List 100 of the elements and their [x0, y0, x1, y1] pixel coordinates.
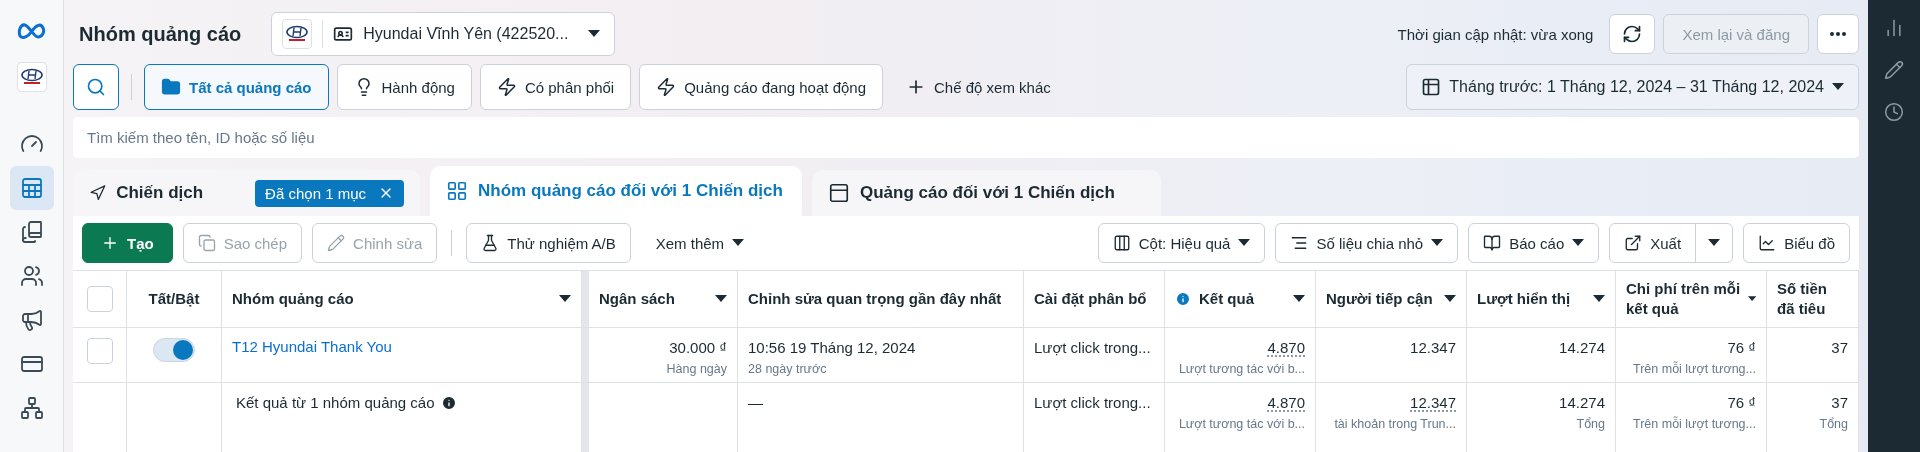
search-button[interactable]: [73, 64, 119, 110]
meta-logo: [16, 22, 47, 40]
more-icon: [1830, 32, 1846, 36]
more-button[interactable]: [1817, 14, 1859, 54]
caret-icon: [732, 239, 745, 247]
table-cell: 12.347: [1410, 393, 1456, 413]
copy-icon: [197, 234, 216, 252]
table-cell: 14.274: [1559, 393, 1605, 413]
column-header[interactable]: Số tiền đã tiêu: [1777, 279, 1848, 319]
megaphone-icon: [19, 308, 44, 332]
column-header[interactable]: Chi phí trên mỗi kết quả: [1626, 279, 1742, 319]
toolbar-button[interactable]: Thử nghiệm A/B: [466, 223, 631, 263]
tab[interactable]: Nhóm quảng cáo đối với 1 Chiến dịch: [430, 166, 802, 216]
caret-icon: [1708, 239, 1721, 247]
caret-icon: [588, 30, 601, 38]
cell-note: Tổng: [1576, 417, 1605, 431]
toolbar-button[interactable]: Tạo: [82, 223, 173, 263]
bars-icon: [1290, 234, 1309, 252]
filter-chip[interactable]: Tất cả quảng cáo: [144, 64, 329, 110]
cell-note: tài khoản trong Trun...: [1334, 417, 1456, 431]
ad-set-link[interactable]: T12 Hyundai Thank You: [232, 337, 392, 355]
cell-note: Tổng: [1819, 417, 1848, 431]
table-cell: 37: [1831, 393, 1848, 413]
selection-badge[interactable]: Đã chọn 1 mục: [255, 179, 404, 207]
cell-note: Trên mỗi lượt tương...: [1633, 417, 1756, 431]
pages-icon: [19, 220, 44, 244]
table-cell: 76 ₫: [1727, 393, 1756, 413]
lightning-icon: [656, 77, 677, 97]
column-header[interactable]: Tất/Bật: [148, 289, 200, 309]
table-cell: —: [748, 393, 763, 413]
table-icon: [19, 176, 44, 200]
export-icon: [1624, 234, 1643, 252]
info-icon: [440, 395, 457, 411]
update-status: Thời gian cập nhật: vừa xong: [1397, 25, 1594, 43]
refresh-button[interactable]: [1609, 14, 1656, 54]
table-cell: Lượt click trong...: [1034, 393, 1151, 413]
column-header[interactable]: Cài đặt phân bổ: [1034, 289, 1147, 309]
pencil-icon[interactable]: [1884, 60, 1904, 80]
column-header[interactable]: Nhóm quảng cáo: [232, 289, 354, 309]
caret-icon: [1431, 239, 1444, 247]
more-views-button[interactable]: Chế độ xem khác: [891, 64, 1066, 110]
book-icon: [1483, 234, 1502, 252]
logo-icon: [19, 68, 44, 86]
column-header[interactable]: Chỉnh sửa quan trọng gần đây nhất: [748, 289, 1002, 309]
summary-label: Kết quả từ 1 nhóm quảng cáo: [236, 393, 435, 413]
table-cell: 30.000 ₫: [669, 337, 727, 358]
nav-item[interactable]: [9, 166, 54, 210]
search-field[interactable]: Tìm kiếm theo tên, ID hoặc số liệu: [73, 117, 1859, 158]
toolbar-button[interactable]: Biểu đồ: [1743, 223, 1850, 263]
bar-chart-icon[interactable]: [1884, 18, 1904, 38]
clock-icon[interactable]: [1884, 102, 1904, 122]
caret-icon: [1238, 239, 1251, 247]
lightning-icon: [496, 77, 517, 97]
tab[interactable]: Quảng cáo đối với 1 Chiến dịch: [812, 170, 1161, 216]
refresh-icon: [1622, 24, 1643, 44]
folder-icon: [161, 77, 181, 97]
table-cell: 76 ₫: [1727, 337, 1756, 358]
table-cell: 4.870: [1267, 337, 1305, 358]
line-chart-icon: [1758, 234, 1777, 252]
window-icon: [828, 182, 850, 204]
search-icon: [86, 77, 106, 97]
cell-note: Hàng ngày: [666, 361, 727, 376]
filter-chip[interactable]: Hành động: [336, 64, 472, 110]
caret-icon: [1572, 239, 1585, 247]
cell-note: Lượt tương tác với b...: [1178, 361, 1305, 376]
cell-note: Lượt tương tác với b...: [1178, 417, 1305, 431]
row-checkbox[interactable]: [86, 337, 113, 364]
toolbar-button[interactable]: Xem thêm: [640, 223, 760, 263]
plus-icon: [101, 234, 119, 252]
tab[interactable]: Chiến dịch Đã chọn 1 mục: [73, 170, 420, 216]
grid-icon: [446, 180, 468, 202]
toolbar-button[interactable]: Số liệu chia nhỏ: [1275, 223, 1459, 263]
caret-icon: [1832, 83, 1844, 91]
filter-chip[interactable]: Có phân phối: [479, 64, 632, 110]
date-range-picker[interactable]: Tháng trước: 1 Tháng 12, 2024 – 31 Tháng 12, 2024: [1406, 64, 1859, 110]
people-icon: [19, 264, 44, 288]
page-title: Nhóm quảng cáo: [79, 22, 242, 46]
column-header[interactable]: Lượt hiển thị: [1477, 289, 1571, 309]
filter-chip[interactable]: Quảng cáo đang hoạt động: [639, 64, 883, 110]
pencil-icon: [327, 234, 346, 252]
flask-icon: [481, 234, 500, 252]
columns-icon: [1112, 234, 1131, 252]
column-header[interactable]: Ngân sách: [599, 289, 675, 309]
account-selector[interactable]: Hyundai Vĩnh Yên (422520...: [271, 12, 616, 56]
toggle-switch[interactable]: [153, 337, 195, 362]
table-cell: 10:56 19 Tháng 12, 2024: [748, 337, 916, 358]
network-icon: [19, 396, 44, 420]
table-cell: 12.347: [1410, 337, 1456, 358]
toolbar-button[interactable]: Báo cáo: [1468, 223, 1600, 263]
toolbar-button[interactable]: Cột: Hiệu quả: [1097, 223, 1266, 263]
select-all-checkbox[interactable]: [86, 286, 113, 312]
id-card-icon: [333, 24, 354, 44]
calendar-icon: [1421, 77, 1442, 97]
column-header[interactable]: Kết quả: [1199, 289, 1254, 309]
cell-note: 28 ngày trước: [748, 361, 827, 376]
cell-note: Trên mỗi lượt tương...: [1633, 361, 1756, 376]
table-cell: 37: [1831, 337, 1848, 358]
column-header[interactable]: Người tiếp cận: [1326, 289, 1433, 309]
table-cell: 4.870: [1267, 393, 1305, 413]
table-cell: Lượt click trong...: [1034, 337, 1151, 358]
